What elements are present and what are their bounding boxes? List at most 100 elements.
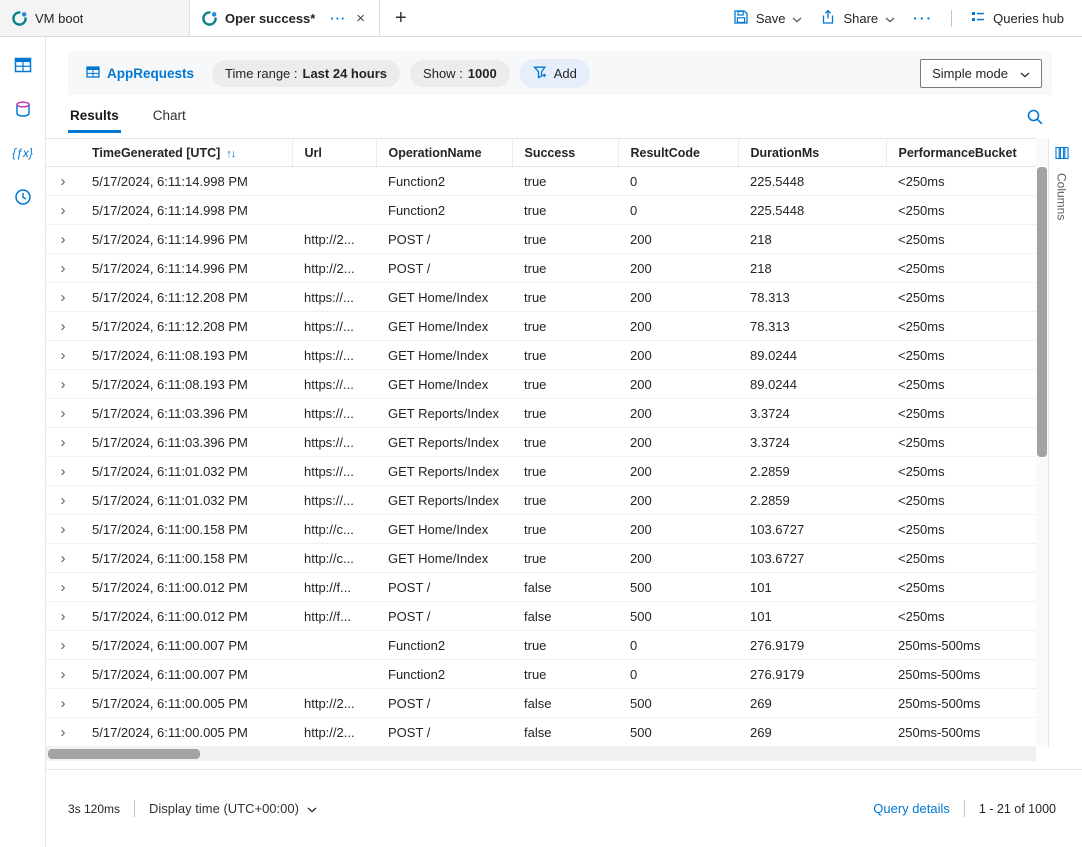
row-expander[interactable]: › bbox=[46, 486, 80, 515]
table-row[interactable]: ›5/17/2024, 6:11:00.007 PMFunction2true0… bbox=[46, 660, 1036, 689]
cell-resultcode: 500 bbox=[618, 718, 738, 747]
header-durationms[interactable]: DurationMs bbox=[738, 139, 886, 167]
cell-success: true bbox=[512, 341, 618, 370]
row-expander[interactable]: › bbox=[46, 254, 80, 283]
row-expander[interactable]: › bbox=[46, 660, 80, 689]
divider bbox=[951, 10, 952, 27]
row-expander[interactable]: › bbox=[46, 515, 80, 544]
horizontal-scrollbar-thumb[interactable] bbox=[48, 749, 200, 759]
table-selector[interactable]: AppRequests bbox=[78, 65, 202, 82]
table-row[interactable]: ›5/17/2024, 6:11:00.158 PMhttp://c...GET… bbox=[46, 544, 1036, 573]
row-expander[interactable]: › bbox=[46, 283, 80, 312]
table-row[interactable]: ›5/17/2024, 6:11:14.998 PMFunction2true0… bbox=[46, 196, 1036, 225]
cell-performancebucket: <250ms bbox=[886, 544, 1036, 573]
row-expander[interactable]: › bbox=[46, 167, 80, 196]
queries-icon bbox=[14, 100, 32, 118]
query-tabs: VM boot Oper success* ··· × + bbox=[0, 0, 422, 36]
show-limit-pill[interactable]: Show : 1000 bbox=[410, 60, 510, 87]
save-button[interactable]: Save bbox=[733, 9, 803, 28]
row-expander[interactable]: › bbox=[46, 399, 80, 428]
row-expander[interactable]: › bbox=[46, 196, 80, 225]
cell-durationms: 3.3724 bbox=[738, 399, 886, 428]
tab-oper-success[interactable]: Oper success* ··· × bbox=[190, 0, 380, 36]
row-expander[interactable]: › bbox=[46, 428, 80, 457]
query-details-link[interactable]: Query details bbox=[873, 801, 950, 816]
header-resultcode[interactable]: ResultCode bbox=[618, 139, 738, 167]
tab-results[interactable]: Results bbox=[68, 99, 121, 133]
tab-chart[interactable]: Chart bbox=[151, 99, 188, 133]
cell-timegenerated: 5/17/2024, 6:11:00.005 PM bbox=[80, 689, 292, 718]
row-expander[interactable]: › bbox=[46, 631, 80, 660]
body: {ƒx} AppRequests Time range : Last 24 ho… bbox=[0, 37, 1082, 847]
row-expander[interactable]: › bbox=[46, 341, 80, 370]
header-success[interactable]: Success bbox=[512, 139, 618, 167]
table-row[interactable]: ›5/17/2024, 6:11:00.007 PMFunction2true0… bbox=[46, 631, 1036, 660]
table-row[interactable]: ›5/17/2024, 6:11:08.193 PMhttps://...GET… bbox=[46, 370, 1036, 399]
table-row[interactable]: ›5/17/2024, 6:11:14.996 PMhttp://2...POS… bbox=[46, 225, 1036, 254]
add-filter-pill[interactable]: Add bbox=[520, 59, 590, 88]
mode-dropdown[interactable]: Simple mode bbox=[920, 59, 1042, 88]
table-row[interactable]: ›5/17/2024, 6:11:00.158 PMhttp://c...GET… bbox=[46, 515, 1036, 544]
cell-url: http://2... bbox=[292, 718, 376, 747]
chevron-down-icon bbox=[885, 11, 895, 26]
tab-more-icon[interactable]: ··· bbox=[330, 11, 346, 26]
row-expander[interactable]: › bbox=[46, 225, 80, 254]
vertical-scrollbar[interactable] bbox=[1036, 138, 1048, 747]
tab-close-icon[interactable]: × bbox=[354, 10, 367, 27]
chevron-right-icon: › bbox=[61, 463, 66, 480]
table-row[interactable]: ›5/17/2024, 6:11:12.208 PMhttps://...GET… bbox=[46, 312, 1036, 341]
table-row[interactable]: ›5/17/2024, 6:11:00.012 PMhttp://f...POS… bbox=[46, 602, 1036, 631]
cell-resultcode: 200 bbox=[618, 428, 738, 457]
table-row[interactable]: ›5/17/2024, 6:11:14.996 PMhttp://2...POS… bbox=[46, 254, 1036, 283]
columns-pane-toggle[interactable]: Columns bbox=[1048, 138, 1074, 747]
sidebar-item-query-history[interactable] bbox=[11, 185, 35, 209]
header-operationname[interactable]: OperationName bbox=[376, 139, 512, 167]
search-results-button[interactable] bbox=[1026, 108, 1044, 133]
header-url[interactable]: Url bbox=[292, 139, 376, 167]
tab-vm-boot[interactable]: VM boot bbox=[0, 0, 190, 36]
table-row[interactable]: ›5/17/2024, 6:11:14.998 PMFunction2true0… bbox=[46, 167, 1036, 196]
header-performancebucket[interactable]: PerformanceBucket bbox=[886, 139, 1036, 167]
cell-operationname: Function2 bbox=[376, 631, 512, 660]
table-row[interactable]: ›5/17/2024, 6:11:03.396 PMhttps://...GET… bbox=[46, 428, 1036, 457]
cell-resultcode: 200 bbox=[618, 341, 738, 370]
table-row[interactable]: ›5/17/2024, 6:11:01.032 PMhttps://...GET… bbox=[46, 486, 1036, 515]
table-row[interactable]: ›5/17/2024, 6:11:00.012 PMhttp://f...POS… bbox=[46, 573, 1036, 602]
header-timegenerated[interactable]: TimeGenerated [UTC]↑↓ bbox=[80, 139, 292, 167]
table-row[interactable]: ›5/17/2024, 6:11:01.032 PMhttps://...GET… bbox=[46, 457, 1036, 486]
chevron-right-icon: › bbox=[61, 492, 66, 509]
horizontal-scrollbar[interactable] bbox=[46, 747, 1036, 761]
share-button[interactable]: Share bbox=[820, 9, 895, 28]
table-row[interactable]: ›5/17/2024, 6:11:00.005 PMhttp://2...POS… bbox=[46, 718, 1036, 747]
sidebar-item-queries[interactable] bbox=[11, 97, 35, 121]
row-expander[interactable]: › bbox=[46, 312, 80, 341]
queries-hub-button[interactable]: Queries hub bbox=[970, 9, 1064, 28]
row-expander[interactable]: › bbox=[46, 544, 80, 573]
display-time-dropdown[interactable]: Display time (UTC+00:00) bbox=[149, 801, 317, 816]
cell-url: http://2... bbox=[292, 254, 376, 283]
cell-operationname: POST / bbox=[376, 718, 512, 747]
more-actions-button[interactable]: ··· bbox=[913, 10, 933, 26]
chevron-right-icon: › bbox=[61, 550, 66, 567]
sidebar-item-functions[interactable]: {ƒx} bbox=[11, 141, 35, 165]
sidebar-item-tables[interactable] bbox=[11, 53, 35, 77]
time-range-pill[interactable]: Time range : Last 24 hours bbox=[212, 60, 400, 87]
row-expander[interactable]: › bbox=[46, 602, 80, 631]
row-expander[interactable]: › bbox=[46, 689, 80, 718]
cell-url: https://... bbox=[292, 283, 376, 312]
table-row[interactable]: ›5/17/2024, 6:11:03.396 PMhttps://...GET… bbox=[46, 399, 1036, 428]
row-expander[interactable]: › bbox=[46, 718, 80, 747]
table-row[interactable]: ›5/17/2024, 6:11:08.193 PMhttps://...GET… bbox=[46, 341, 1036, 370]
table-row[interactable]: ›5/17/2024, 6:11:12.208 PMhttps://...GET… bbox=[46, 283, 1036, 312]
row-expander[interactable]: › bbox=[46, 370, 80, 399]
cell-performancebucket: <250ms bbox=[886, 515, 1036, 544]
sort-icon[interactable]: ↑↓ bbox=[226, 148, 235, 160]
row-expander[interactable]: › bbox=[46, 457, 80, 486]
row-expander[interactable]: › bbox=[46, 573, 80, 602]
cell-timegenerated: 5/17/2024, 6:11:00.007 PM bbox=[80, 631, 292, 660]
cell-timegenerated: 5/17/2024, 6:11:01.032 PM bbox=[80, 486, 292, 515]
vertical-scrollbar-thumb[interactable] bbox=[1037, 167, 1047, 457]
chevron-right-icon: › bbox=[61, 173, 66, 190]
new-tab-button[interactable]: + bbox=[380, 0, 422, 36]
table-row[interactable]: ›5/17/2024, 6:11:00.005 PMhttp://2...POS… bbox=[46, 689, 1036, 718]
